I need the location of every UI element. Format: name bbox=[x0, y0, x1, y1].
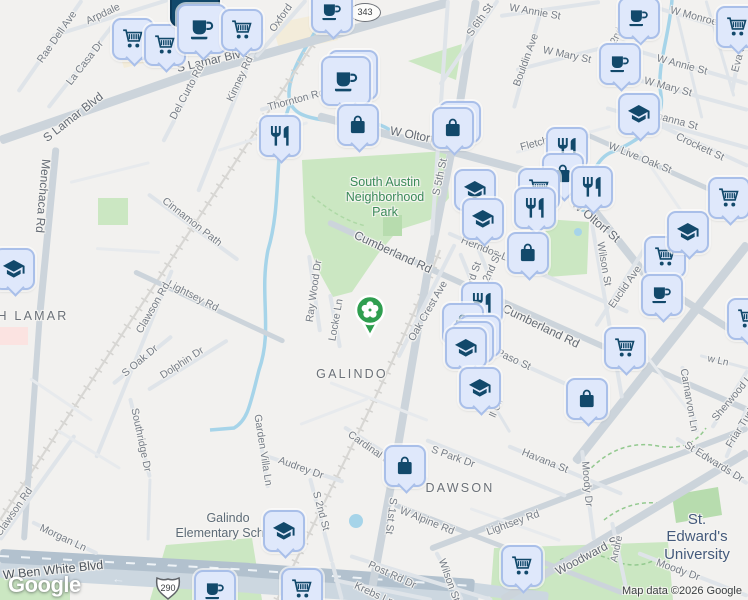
restaurant-icon bbox=[271, 126, 289, 146]
shopping-cart-icon bbox=[727, 17, 747, 36]
map-line bbox=[0, 0, 343, 521]
graduation-cap-marker[interactable] bbox=[667, 211, 709, 253]
shopping-cart-marker[interactable] bbox=[604, 327, 646, 369]
graduation-cap-icon bbox=[455, 339, 477, 357]
shopping-cart-icon bbox=[738, 309, 748, 328]
graduation-cap-icon bbox=[273, 522, 295, 540]
flower-pin-icon bbox=[354, 294, 386, 339]
graduation-cap-marker[interactable] bbox=[263, 510, 305, 552]
graduation-cap-icon bbox=[677, 223, 699, 241]
coffee-cup-icon bbox=[652, 287, 671, 304]
graduation-cap-marker[interactable] bbox=[618, 93, 660, 135]
shopping-bag-icon bbox=[351, 115, 365, 134]
map-area bbox=[574, 228, 582, 236]
shopping-bag-icon bbox=[580, 389, 594, 408]
map-area bbox=[0, 327, 28, 345]
restaurant-icon bbox=[526, 198, 544, 218]
shopping-bag-marker[interactable] bbox=[507, 232, 549, 274]
coffee-cup-icon bbox=[610, 56, 629, 73]
graduation-cap-marker[interactable] bbox=[445, 327, 487, 369]
shopping-cart-marker[interactable] bbox=[281, 568, 323, 600]
coffee-cup-marker[interactable] bbox=[177, 4, 227, 54]
coffee-cup-marker[interactable] bbox=[311, 0, 353, 33]
graduation-cap-marker[interactable] bbox=[459, 367, 501, 409]
google-logo[interactable]: Google bbox=[8, 572, 81, 598]
shopping-bag-icon bbox=[446, 118, 460, 137]
restaurant-marker[interactable] bbox=[571, 166, 613, 208]
coffee-cup-icon bbox=[629, 10, 648, 27]
graduation-cap-marker[interactable] bbox=[0, 248, 35, 290]
restaurant-marker[interactable] bbox=[514, 187, 556, 229]
map-canvas[interactable]: Rae Dell Ave Arpdale La Casa Dr S Lamar Blv… bbox=[0, 0, 748, 600]
map-area bbox=[349, 514, 363, 528]
shopping-cart-marker[interactable] bbox=[501, 545, 543, 587]
shopping-bag-marker[interactable] bbox=[384, 445, 426, 487]
shopping-bag-icon bbox=[398, 456, 412, 475]
shopping-cart-marker[interactable] bbox=[708, 177, 748, 219]
map-area bbox=[98, 198, 128, 225]
shopping-cart-icon bbox=[123, 29, 143, 48]
coffee-cup-icon bbox=[190, 20, 213, 40]
coffee-cup-marker[interactable] bbox=[321, 56, 371, 106]
graduation-cap-icon bbox=[469, 379, 491, 397]
shopping-cart-icon bbox=[232, 20, 252, 39]
shopping-bag-marker[interactable] bbox=[432, 107, 474, 149]
shopping-cart-marker[interactable] bbox=[727, 298, 748, 340]
shopping-cart-icon bbox=[292, 579, 312, 598]
coffee-cup-marker[interactable] bbox=[641, 274, 683, 316]
shopping-cart-icon bbox=[155, 35, 175, 54]
restaurant-marker[interactable] bbox=[259, 115, 301, 157]
graduation-cap-icon bbox=[628, 105, 650, 123]
shopping-bag-icon bbox=[521, 243, 535, 262]
coffee-cup-marker[interactable] bbox=[599, 43, 641, 85]
shopping-cart-marker[interactable] bbox=[221, 9, 263, 51]
coffee-cup-marker[interactable] bbox=[618, 0, 660, 39]
graduation-cap-icon bbox=[472, 210, 494, 228]
coffee-cup-icon bbox=[334, 72, 357, 92]
shopping-cart-icon bbox=[615, 338, 635, 357]
map-area bbox=[383, 215, 402, 236]
result-pin[interactable] bbox=[350, 292, 390, 340]
map-area bbox=[408, 44, 462, 80]
shopping-bag-marker[interactable] bbox=[566, 378, 608, 420]
shopping-bag-marker[interactable] bbox=[337, 104, 379, 146]
graduation-cap-icon bbox=[3, 260, 25, 278]
restaurant-icon bbox=[583, 177, 601, 197]
shopping-cart-icon bbox=[512, 556, 532, 575]
shopping-cart-marker[interactable] bbox=[716, 6, 748, 48]
map-line bbox=[603, 501, 665, 521]
coffee-cup-marker[interactable] bbox=[194, 570, 236, 600]
graduation-cap-marker[interactable] bbox=[462, 198, 504, 240]
coffee-cup-icon bbox=[205, 583, 224, 600]
coffee-cup-icon bbox=[322, 4, 341, 21]
map-area bbox=[672, 487, 722, 523]
map-line bbox=[581, 427, 707, 479]
shopping-cart-icon bbox=[719, 188, 739, 207]
